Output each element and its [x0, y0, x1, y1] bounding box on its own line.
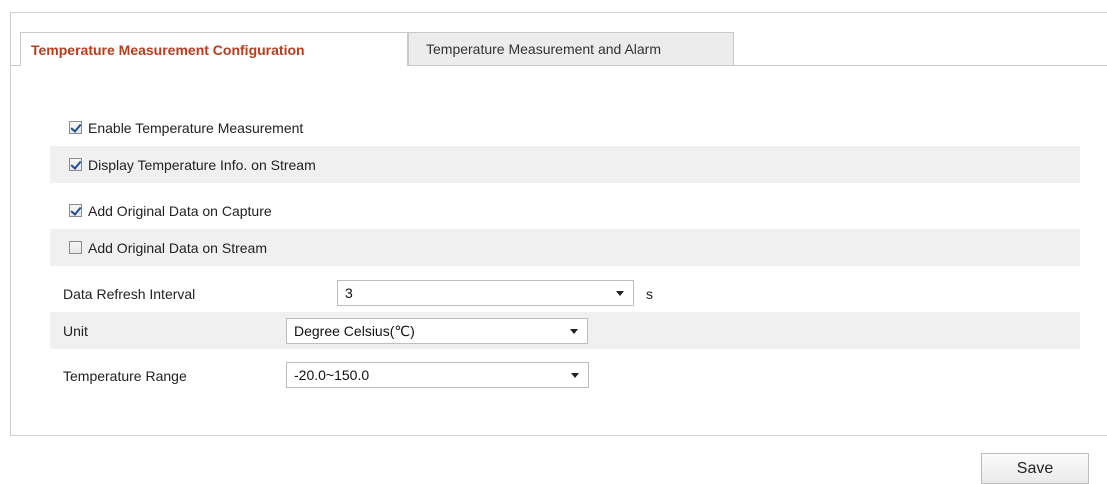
add-data-capture-label: Add Original Data on Capture [88, 202, 272, 219]
data-refresh-row: Data Refresh Interval 3 s [50, 275, 1080, 312]
tab-label: Temperature Measurement Configuration [31, 41, 305, 58]
unit-row: Unit Degree Celsius(℃) [50, 312, 1080, 349]
save-label: Save [1016, 459, 1054, 477]
display-temperature-row: Display Temperature Info. on Stream [50, 146, 1080, 183]
enable-measurement-checkbox[interactable] [69, 121, 82, 134]
display-temperature-checkbox[interactable] [69, 158, 82, 171]
chevron-down-icon [570, 329, 578, 334]
chevron-down-icon [571, 373, 579, 378]
temperature-range-row: Temperature Range -20.0~150.0 [50, 357, 1080, 394]
add-data-stream-label: Add Original Data on Stream [88, 239, 267, 256]
tab-temperature-measurement-configuration[interactable]: Temperature Measurement Configuration [20, 32, 408, 66]
data-refresh-unit: s [646, 285, 653, 302]
add-data-stream-row: Add Original Data on Stream [50, 229, 1080, 266]
enable-measurement-label: Enable Temperature Measurement [88, 119, 304, 136]
add-data-capture-row: Add Original Data on Capture [50, 192, 1080, 229]
data-refresh-select[interactable]: 3 [337, 280, 634, 306]
data-refresh-label: Data Refresh Interval [63, 285, 196, 302]
unit-select[interactable]: Degree Celsius(℃) [286, 318, 588, 344]
temperature-range-value: -20.0~150.0 [294, 367, 370, 383]
add-data-capture-checkbox[interactable] [69, 204, 82, 217]
tab-bar: Temperature Measurement Configuration Te… [10, 23, 1107, 66]
unit-value: Degree Celsius(℃) [294, 322, 415, 339]
tab-label: Temperature Measurement and Alarm [426, 41, 661, 57]
add-data-stream-checkbox[interactable] [69, 241, 82, 254]
unit-label: Unit [63, 322, 88, 339]
temperature-range-label: Temperature Range [63, 367, 187, 384]
enable-measurement-row: Enable Temperature Measurement [50, 109, 1080, 146]
chevron-down-icon [616, 291, 624, 296]
tab-temperature-measurement-and-alarm[interactable]: Temperature Measurement and Alarm [408, 32, 734, 65]
data-refresh-value: 3 [345, 285, 353, 301]
temperature-range-select[interactable]: -20.0~150.0 [286, 362, 589, 388]
save-button[interactable]: Save [981, 453, 1089, 484]
display-temperature-label: Display Temperature Info. on Stream [88, 156, 316, 173]
